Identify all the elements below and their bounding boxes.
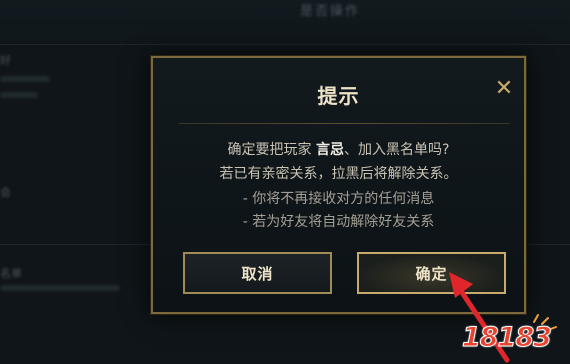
message-suffix: 、加入黑名单吗? <box>344 142 450 158</box>
player-name: 言忌 <box>316 142 344 158</box>
background-blob <box>0 92 38 98</box>
dialog-consequence-2: - 若为好友将自动解除好友关系 <box>242 214 435 230</box>
dialog-warning: 若已有亲密关系，拉黑后将解除关系。 <box>219 166 458 182</box>
background-blob <box>0 76 50 82</box>
background-line: 会 <box>0 186 11 199</box>
dialog-consequence-1: - 你将不再接收对方的任何消息 <box>242 191 435 207</box>
watermark-text: 18183 <box>462 322 553 354</box>
cancel-button[interactable]: 取消 <box>183 252 332 294</box>
dialog-divider <box>179 123 510 124</box>
close-icon[interactable]: ✕ <box>493 78 515 100</box>
background-header <box>0 0 570 44</box>
background-blob <box>0 285 120 291</box>
dialog-title: 提示 <box>317 84 360 108</box>
background-title: 是否操作 <box>300 4 361 19</box>
background-divider <box>0 44 570 45</box>
background-line: 名单 <box>0 267 22 280</box>
watermark-logo: 18183 <box>462 312 562 358</box>
background-line: 好 <box>0 54 11 67</box>
message-prefix: 确定要把玩家 <box>227 142 312 158</box>
dialog-message: 确定要把玩家 言忌、加入黑名单吗? <box>153 141 524 159</box>
